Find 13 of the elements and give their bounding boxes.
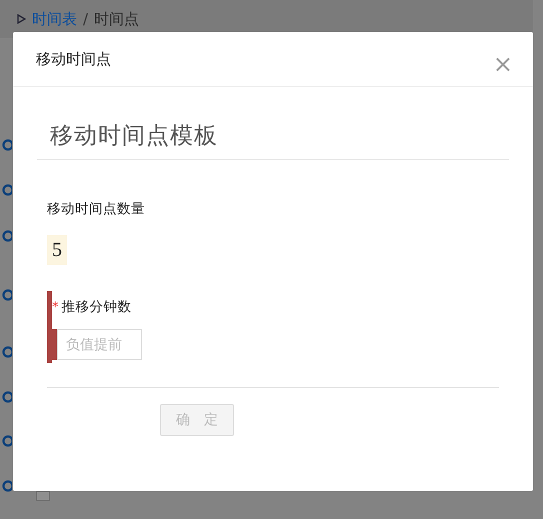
input-field[interactable]: 负值提前	[57, 329, 142, 360]
checkbox[interactable]	[36, 491, 50, 501]
breadcrumb-current: 时间点	[94, 10, 140, 28]
section-title: 移动时间点模板	[49, 122, 218, 151]
dialog-title: 移动时间点	[36, 50, 111, 68]
breadcrumb-separator: /	[83, 10, 88, 28]
breadcrumb-link[interactable]: 时间表	[32, 10, 77, 28]
required-mark: *	[52, 300, 58, 314]
close-button[interactable]: ×	[488, 52, 517, 76]
count-value: 5	[47, 235, 67, 265]
triangle-icon	[17, 14, 26, 24]
field-label: 推移分钟数	[62, 298, 132, 316]
field-label: 移动时间点数量	[47, 200, 145, 218]
